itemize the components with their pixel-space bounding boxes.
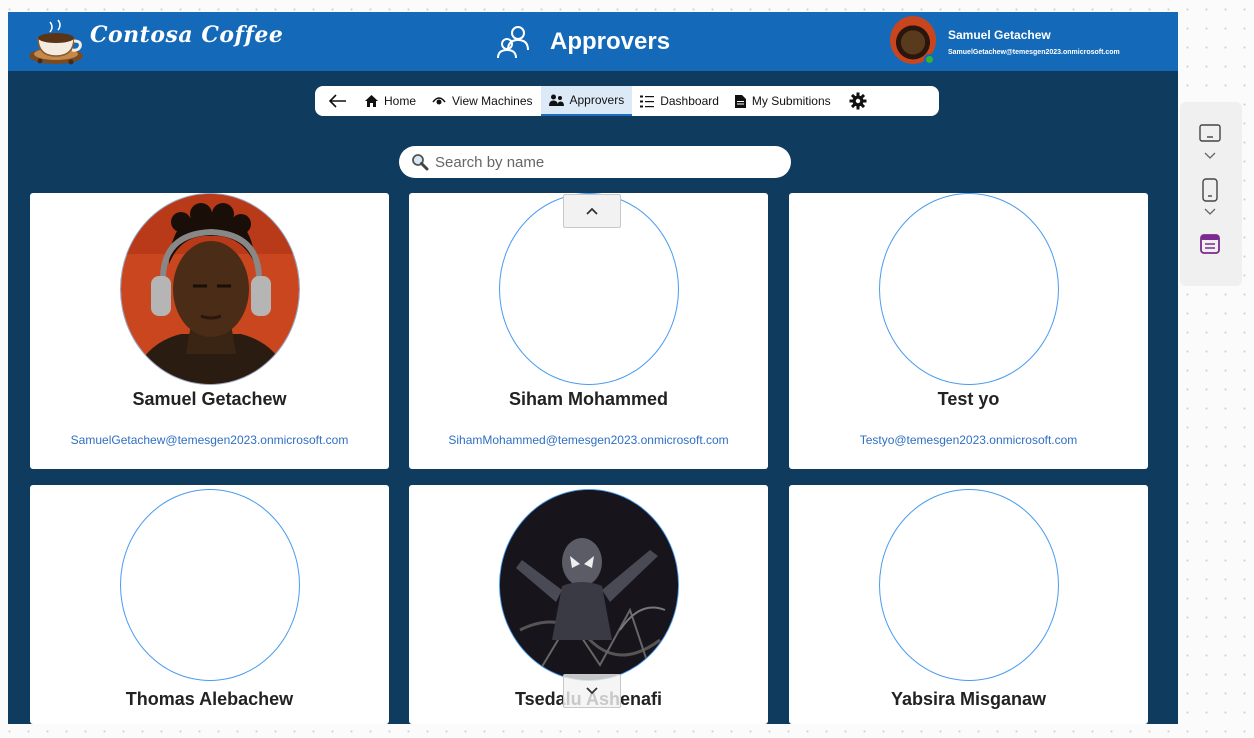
settings-button[interactable]: [839, 86, 877, 116]
nav-dashboard[interactable]: Dashboard: [632, 86, 727, 116]
user-name: Samuel Getachew: [948, 28, 1051, 42]
phone-icon[interactable]: [1202, 178, 1218, 202]
approver-photo: [120, 193, 300, 385]
nav-bar: Home View Machines Approvers Dashboard M…: [315, 86, 939, 116]
document-icon: [734, 94, 746, 108]
scroll-down-button[interactable]: [563, 674, 621, 708]
approver-photo: [879, 193, 1059, 385]
people-icon: [497, 26, 529, 59]
approver-photo: [499, 489, 679, 681]
chevron-down-icon[interactable]: [1204, 208, 1216, 216]
approver-name: Siham Mohammed: [508, 389, 669, 409]
approver-email[interactable]: Testyo@temesgen2023.onmicrosoft.com: [789, 433, 1148, 447]
approver-name: Test yo: [937, 389, 1000, 409]
eye-icon: [432, 97, 446, 105]
brand-name: Contosa Coffee: [90, 22, 284, 48]
scroll-up-button[interactable]: [563, 194, 621, 228]
people-icon: [548, 94, 564, 106]
approver-card[interactable]: Test yo Testyo@temesgen2023.onmicrosoft.…: [789, 193, 1148, 469]
home-icon: [365, 95, 378, 107]
nav-approvers[interactable]: Approvers: [540, 86, 633, 116]
search-input[interactable]: [435, 153, 775, 171]
approver-name: Thomas Alebachew: [125, 689, 294, 709]
tablet-icon[interactable]: [1199, 124, 1221, 142]
search-box: [399, 146, 791, 178]
app-canvas: Contosa Coffee Approvers Samuel Getachew…: [8, 12, 1178, 724]
calendar-view-icon[interactable]: [1200, 234, 1220, 254]
approver-photo: [120, 489, 300, 681]
nav-home-label: Home: [384, 94, 417, 108]
approver-card[interactable]: Samuel Getachew SamuelGetachew@temesgen2…: [30, 193, 389, 469]
chevron-down-icon[interactable]: [1204, 152, 1216, 160]
chevron-up-icon: [586, 207, 598, 215]
nav-view-machines-label: View Machines: [452, 94, 533, 108]
approver-email[interactable]: SihamMohammed@temesgen2023.onmicrosoft.c…: [409, 433, 768, 447]
nav-my-submitions-label: My Submitions: [751, 94, 831, 108]
approver-card[interactable]: Yabsira Misganaw: [789, 485, 1148, 724]
spider-man-artwork-image: [500, 490, 678, 680]
back-button[interactable]: [321, 86, 357, 116]
search-icon: [412, 154, 429, 171]
list-icon: [640, 95, 655, 107]
approver-card[interactable]: Siham Mohammed SihamMohammed@temesgen202…: [409, 193, 768, 469]
nav-home[interactable]: Home: [357, 86, 424, 116]
user-email: SamuelGetachew@temesgen2023.onmicrosoft.…: [948, 49, 1120, 56]
approver-name: Samuel Getachew: [132, 389, 287, 409]
approver-name: Yabsira Misganaw: [890, 689, 1047, 709]
nav-my-submitions[interactable]: My Submitions: [727, 86, 839, 116]
approver-email[interactable]: SamuelGetachew@temesgen2023.onmicrosoft.…: [30, 433, 389, 447]
back-arrow-icon: [329, 94, 346, 108]
gear-icon: [849, 92, 867, 110]
nav-dashboard-label: Dashboard: [660, 94, 719, 108]
presence-status-icon: [924, 54, 935, 65]
page-title: Approvers: [550, 28, 671, 55]
nav-approvers-label: Approvers: [569, 93, 625, 107]
approver-card[interactable]: Thomas Alebachew: [30, 485, 389, 724]
man-with-headphones-image: [121, 194, 299, 384]
header-bar: Contosa Coffee Approvers Samuel Getachew…: [8, 12, 1178, 71]
chevron-down-icon: [586, 687, 598, 695]
coffee-logo-icon: [29, 19, 83, 65]
approver-photo: [879, 489, 1059, 681]
device-preview-panel: [1180, 102, 1242, 286]
nav-view-machines[interactable]: View Machines: [424, 86, 540, 116]
